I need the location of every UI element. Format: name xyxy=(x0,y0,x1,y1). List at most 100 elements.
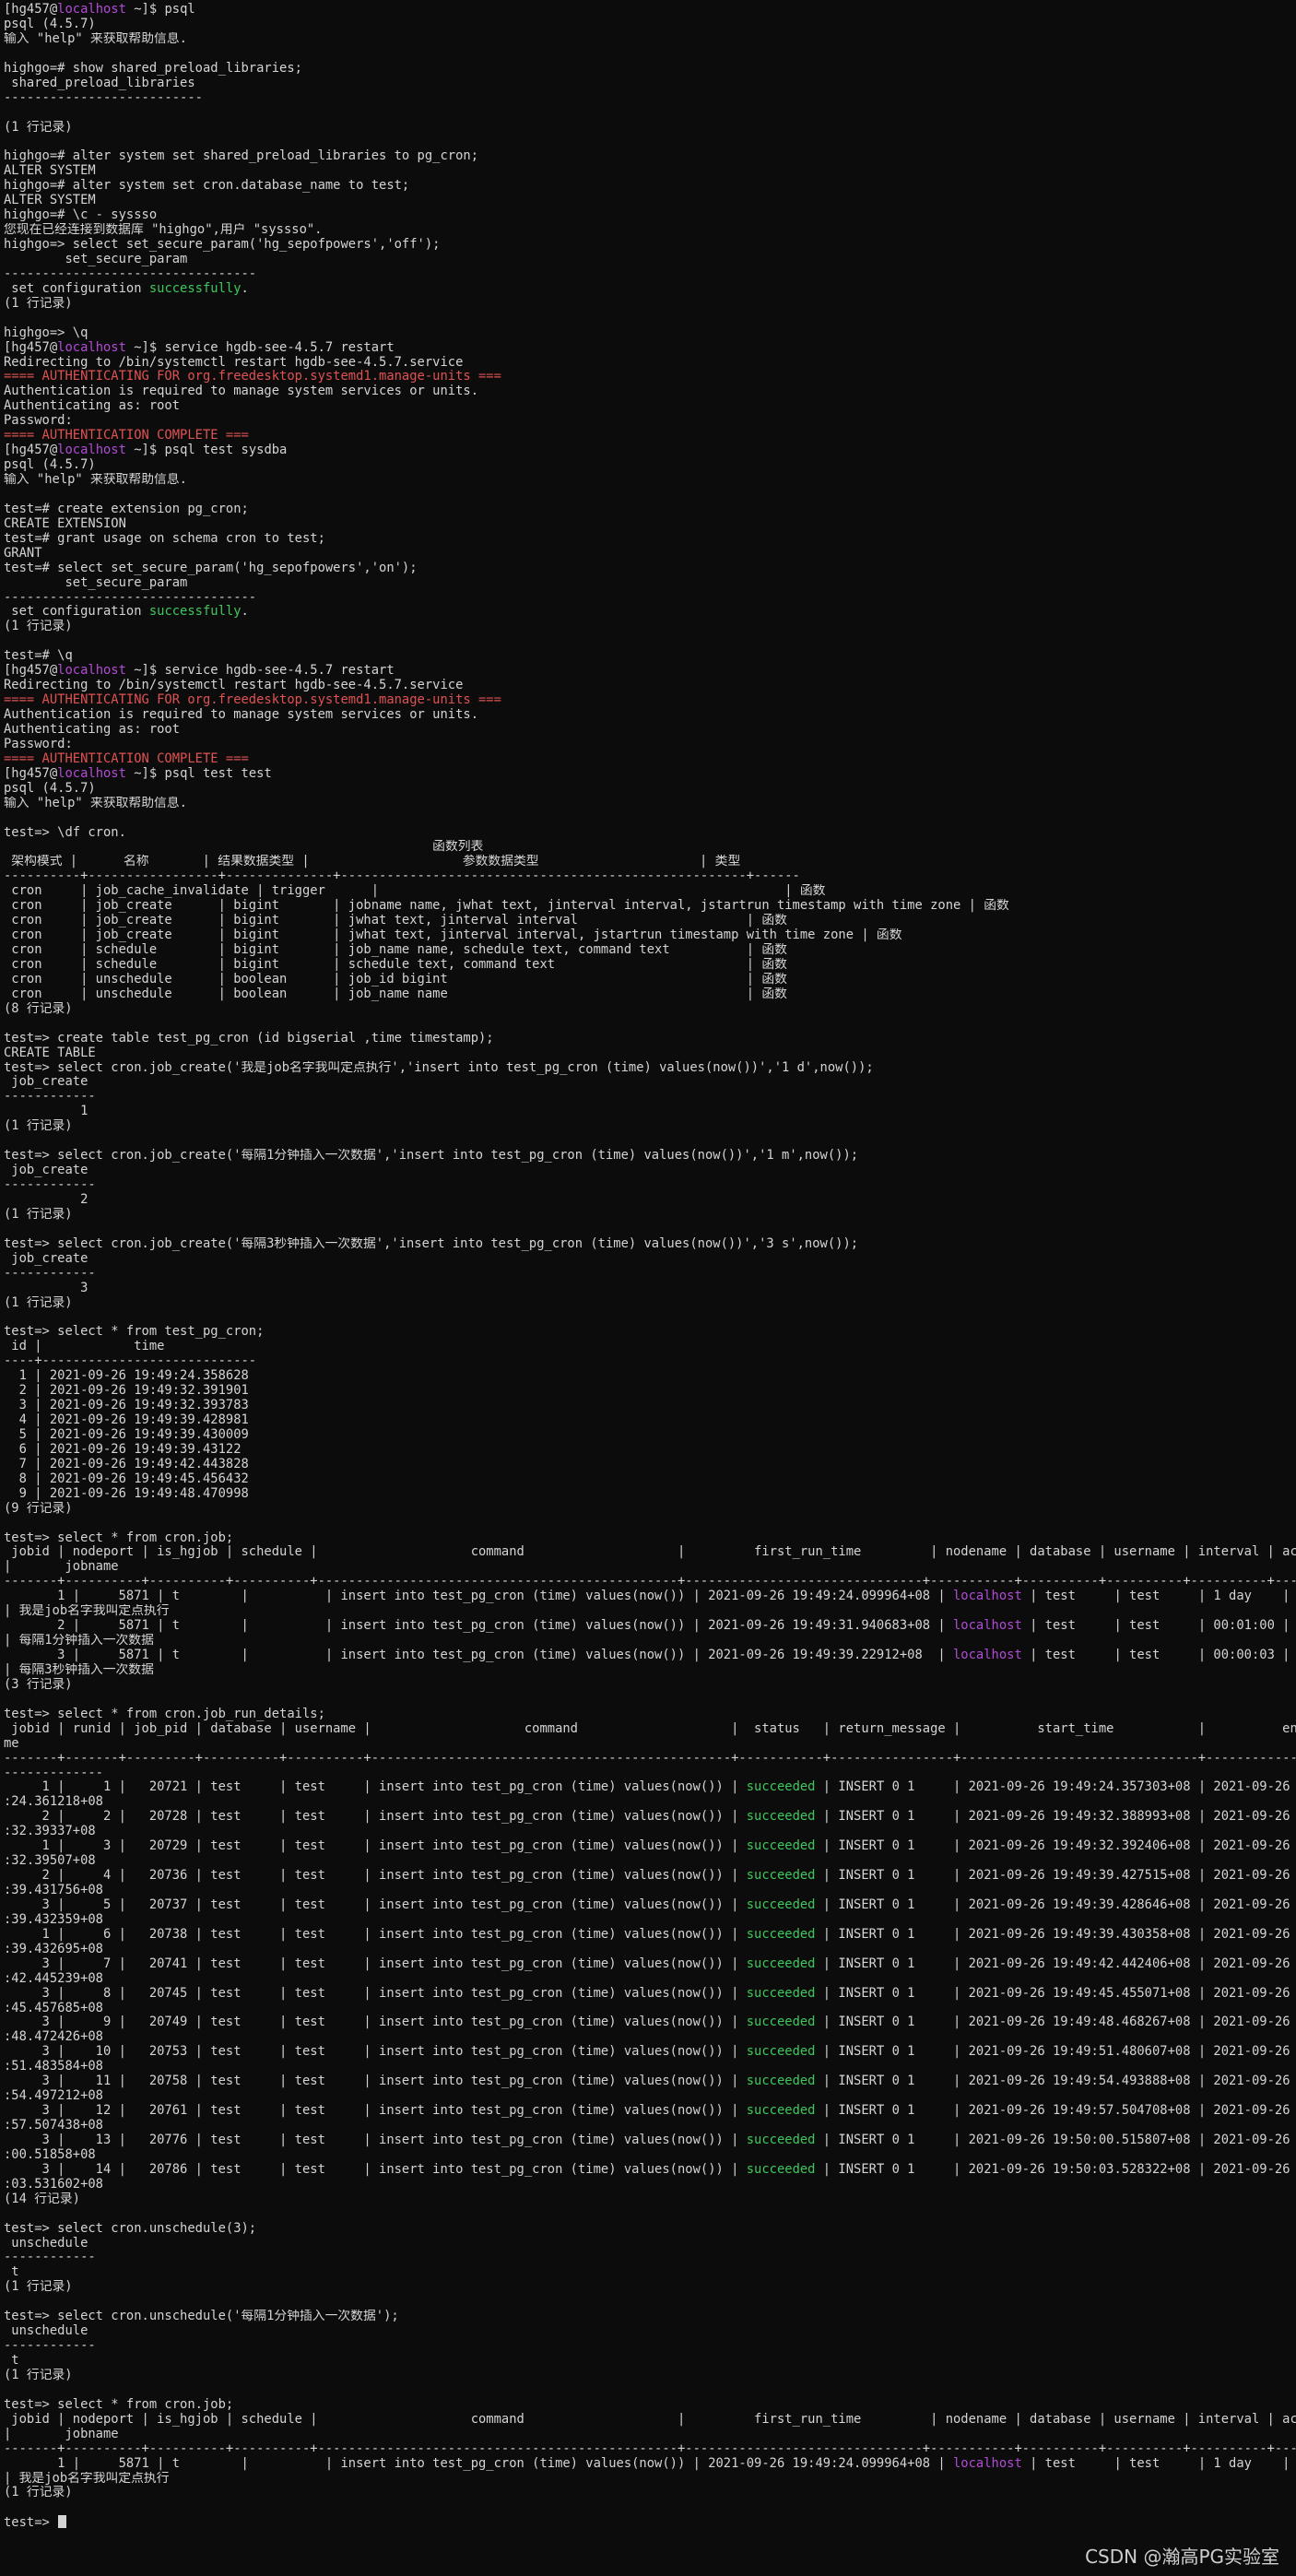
terminal-text: 架构模式 | 名称 | 结果数据类型 | 参数数据类型 | 类型 xyxy=(4,855,741,869)
terminal-text: ------------ xyxy=(4,1090,96,1105)
terminal-text: test=> create table test_pg_cron (id big… xyxy=(4,1031,494,1046)
terminal-line: t xyxy=(4,2354,1296,2369)
terminal-text: succeeded xyxy=(746,1956,816,1971)
terminal-line: Password: xyxy=(4,414,1296,429)
terminal-line: test=> select cron.job_create('每隔3秒钟插入一次… xyxy=(4,1237,1296,1252)
terminal-line: highgo=> \q xyxy=(4,326,1296,341)
terminal-text: [hg457@ xyxy=(4,664,58,679)
terminal-line: (9 行记录) xyxy=(4,1502,1296,1517)
terminal-line: :48.472426+08 xyxy=(4,2030,1296,2045)
terminal-text: ~]$ service hgdb-see-4.5.7 restart xyxy=(125,664,395,679)
terminal-line: | jobname xyxy=(4,1560,1296,1575)
terminal-text: 输入 "help" 来获取帮助信息. xyxy=(4,796,187,810)
terminal-line: set configuration successfully. xyxy=(4,282,1296,297)
terminal-line: test=# grant usage on schema cron to tes… xyxy=(4,532,1296,547)
terminal-line: test=> select * from cron.job; xyxy=(4,2398,1296,2413)
terminal-text: 1 | 2021-09-26 19:49:24.358628 xyxy=(4,1369,249,1384)
terminal-text: (14 行记录) xyxy=(4,2192,80,2206)
terminal-text: ~]$ psql xyxy=(125,3,195,17)
terminal-line: test=# select set_secure_param('hg_sepof… xyxy=(4,561,1296,576)
terminal-text: (1 行记录) xyxy=(4,1119,73,1134)
terminal-text: test=> xyxy=(4,2515,58,2531)
terminal-line: 3 | 14 | 20786 | test | test | insert in… xyxy=(4,2163,1296,2178)
terminal-window[interactable]: [hg457@localhost ~]$ psql psql (4.5.7) 输入 … xyxy=(0,0,1296,2576)
terminal-text: | INSERT 0 1 | 2021-09-26 19:49:32.38899… xyxy=(815,1810,1296,1825)
terminal-line: ALTER SYSTEM xyxy=(4,164,1296,179)
terminal-line: :45.457685+08 xyxy=(4,2002,1296,2016)
terminal-line: -------+----------+----------+----------… xyxy=(4,1575,1296,1589)
terminal-text: :32.39507+08 xyxy=(4,1854,96,1869)
terminal-line: 3 | 12 | 20761 | test | test | insert in… xyxy=(4,2104,1296,2119)
terminal-text: job_create xyxy=(4,1251,88,1266)
terminal-text: | 我是job名字我叫定点执行 xyxy=(4,2471,170,2486)
terminal-text: ALTER SYSTEM xyxy=(4,194,96,208)
terminal-line: | 我是job名字我叫定点执行 xyxy=(4,2472,1296,2487)
terminal-line: 3 | 9 | 20749 | test | test | insert int… xyxy=(4,2015,1296,2030)
terminal-line: 1 xyxy=(4,1105,1296,1119)
terminal-text: :03.531602+08 xyxy=(4,2177,103,2192)
terminal-text: 2 | 4 | 20736 | test | test | insert int… xyxy=(4,1869,747,1884)
terminal-text: Redirecting to /bin/systemctl restart hg… xyxy=(4,679,464,693)
terminal-line: CREATE EXTENSION xyxy=(4,517,1296,532)
terminal-text: :54.497212+08 xyxy=(4,2089,103,2104)
terminal-text: | INSERT 0 1 | 2021-09-26 19:49:39.42751… xyxy=(815,1869,1296,1884)
terminal-text: ------------ xyxy=(4,1178,96,1192)
terminal-text: 2 | 2021-09-26 19:49:32.391901 xyxy=(4,1384,249,1399)
terminal-text: localhost xyxy=(953,2456,1022,2471)
terminal-text: -------+----------+----------+----------… xyxy=(4,2441,1296,2456)
watermark: CSDN @瀚高PG实验室 xyxy=(1085,2546,1279,2568)
terminal-text: | INSERT 0 1 | 2021-09-26 19:49:42.44240… xyxy=(815,1956,1296,1971)
terminal-text: | INSERT 0 1 | 2021-09-26 19:49:57.50470… xyxy=(815,2104,1296,2119)
terminal-text: succeeded xyxy=(746,1869,816,1884)
terminal-text: --------------------------------- xyxy=(4,266,257,281)
terminal-line: (3 行记录) xyxy=(4,1678,1296,1693)
terminal-line: 3 | 5 | 20737 | test | test | insert int… xyxy=(4,1898,1296,1913)
terminal-text: (1 行记录) xyxy=(4,1295,73,1310)
terminal-line: test=> select cron.job_create('每隔1分钟插入一次… xyxy=(4,1149,1296,1164)
terminal-text: [hg457@ xyxy=(4,3,58,17)
terminal-text: 2 xyxy=(4,1192,88,1207)
terminal-line: (8 行记录) xyxy=(4,1002,1296,1017)
terminal-line: Password: xyxy=(4,738,1296,752)
terminal-line: ==== AUTHENTICATION COMPLETE === xyxy=(4,429,1296,443)
terminal-text: successfully xyxy=(148,281,242,296)
terminal-text: test=> select * from cron.job_run_detail… xyxy=(4,1707,325,1721)
terminal-line: test=> select * from cron.job; xyxy=(4,1531,1296,1546)
terminal-line: 3 | 8 | 20745 | test | test | insert int… xyxy=(4,1987,1296,2002)
terminal-text: | INSERT 0 1 | 2021-09-26 19:49:54.49388… xyxy=(815,2074,1296,2089)
terminal-line: 3 | 5871 | t | | insert into test_pg_cro… xyxy=(4,1648,1296,1663)
terminal-text: (1 行记录) xyxy=(4,296,73,311)
terminal-text: localhost xyxy=(57,443,126,458)
terminal-text: localhost xyxy=(953,1619,1022,1634)
terminal-text: localhost xyxy=(57,664,126,679)
terminal-line: id | time xyxy=(4,1340,1296,1354)
terminal-text: 1 | 5871 | t | | insert into test_pg_cro… xyxy=(4,2456,953,2471)
terminal-text: succeeded xyxy=(746,1927,816,1942)
terminal-line: 1 | 5871 | t | | insert into test_pg_cro… xyxy=(4,2457,1296,2472)
terminal-text: 3 | 2021-09-26 19:49:32.393783 xyxy=(4,1399,249,1413)
terminal-text: ~]$ psql test sysdba xyxy=(125,443,288,458)
terminal-line: 3 | 13 | 20776 | test | test | insert in… xyxy=(4,2133,1296,2148)
terminal-text: test=> select cron.job_create('我是job名字我叫… xyxy=(4,1060,874,1075)
terminal-line: cron | job_create | bigint | jwhat text,… xyxy=(4,914,1296,928)
terminal-text: set_secure_param xyxy=(4,575,188,590)
terminal-text: psql (4.5.7) xyxy=(4,458,96,473)
terminal-line: cron | unschedule | boolean | job_id big… xyxy=(4,973,1296,987)
terminal-text: | test | test | 1 day | t xyxy=(1021,2456,1296,2471)
terminal-text: jobid | nodeport | is_hgjob | schedule |… xyxy=(4,2412,1296,2427)
terminal-text: 3 | 7 | 20741 | test | test | insert int… xyxy=(4,1956,747,1971)
terminal-line: ------------ xyxy=(4,1090,1296,1105)
terminal-line: 输入 "help" 来获取帮助信息. xyxy=(4,32,1296,47)
terminal-text: 5 | 2021-09-26 19:49:39.430009 xyxy=(4,1427,249,1442)
terminal-line: cron | unschedule | boolean | job_name n… xyxy=(4,987,1296,1002)
terminal-line: 1 | 3 | 20729 | test | test | insert int… xyxy=(4,1839,1296,1854)
cursor-block[interactable] xyxy=(58,2515,67,2529)
terminal-text: CREATE EXTENSION xyxy=(4,516,126,531)
